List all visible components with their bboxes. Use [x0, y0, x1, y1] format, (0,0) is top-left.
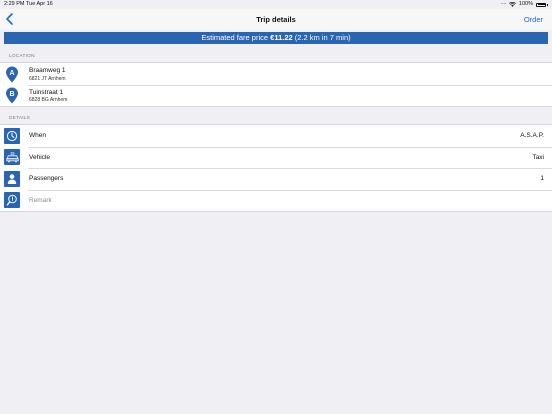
clock-icon [4, 127, 20, 144]
remark-icon [4, 192, 20, 208]
passengers-label: Passengers [29, 175, 64, 182]
car-icon [4, 149, 20, 165]
person-icon [4, 170, 20, 187]
battery-icon [536, 2, 546, 7]
fare-price: €11.22 [270, 33, 293, 42]
battery-tip [547, 3, 548, 6]
when-label: When [29, 132, 46, 139]
remark-label: Remark [29, 196, 52, 204]
vehicle-label: Vehicle [29, 153, 50, 161]
when-row[interactable]: When A.S.A.P. [0, 125, 552, 147]
fare-prefix: Estimated fare price [201, 33, 269, 42]
status-right: ···· 100% [501, 0, 548, 9]
vehicle-value: Taxi [532, 153, 544, 161]
location-list: A Braamweg 1 6821 JT Arnhem B Tuinstraat… [0, 62, 552, 107]
status-bar: 2:29 PM Tue Apr 16 ···· 100% [0, 0, 552, 9]
map-pin-b-icon: B [6, 87, 18, 104]
details-section-header: DETAILS [9, 116, 31, 121]
passengers-value: 1 [540, 175, 544, 182]
location-postcode: 6828 BG Arnhem [29, 97, 68, 103]
details-list: When A.S.A.P. Vehicle Taxi Passengers 1 [0, 124, 552, 212]
location-name: Tuinstraat 1 [29, 88, 64, 96]
location-row-a[interactable]: A Braamweg 1 6821 JT Arnhem [0, 63, 552, 85]
fare-detail: (2.2 km in 7 min) [294, 33, 351, 42]
pin-letter: B [9, 91, 14, 98]
navigation-bar: Trip details Order [0, 9, 552, 30]
pin-letter: A [9, 70, 14, 77]
status-time: 2:29 PM [4, 1, 25, 7]
status-date: Tue Apr 16 [26, 1, 53, 7]
cellular-dots-icon: ···· [500, 1, 507, 7]
battery-percent: 100% [518, 1, 533, 7]
location-postcode: 6821 JT Arnhem [29, 75, 66, 82]
page-title: Trip details [256, 15, 296, 24]
remark-row[interactable]: Remark [0, 189, 552, 212]
wifi-icon [508, 2, 516, 7]
passengers-row[interactable]: Passengers 1 [0, 168, 552, 190]
fare-estimate-banner: Estimated fare price €11.22 (2.2 km in 7… [4, 32, 548, 44]
location-section-header: LOCATION [9, 54, 35, 59]
order-button[interactable]: Order [524, 9, 543, 30]
map-pin-a-icon: A [6, 66, 18, 82]
when-value: A.S.A.P. [520, 132, 544, 139]
location-name: Braamweg 1 [29, 67, 66, 74]
vehicle-row[interactable]: Vehicle Taxi [0, 146, 552, 169]
location-row-b[interactable]: B Tuinstraat 1 6828 BG Arnhem [0, 84, 552, 107]
